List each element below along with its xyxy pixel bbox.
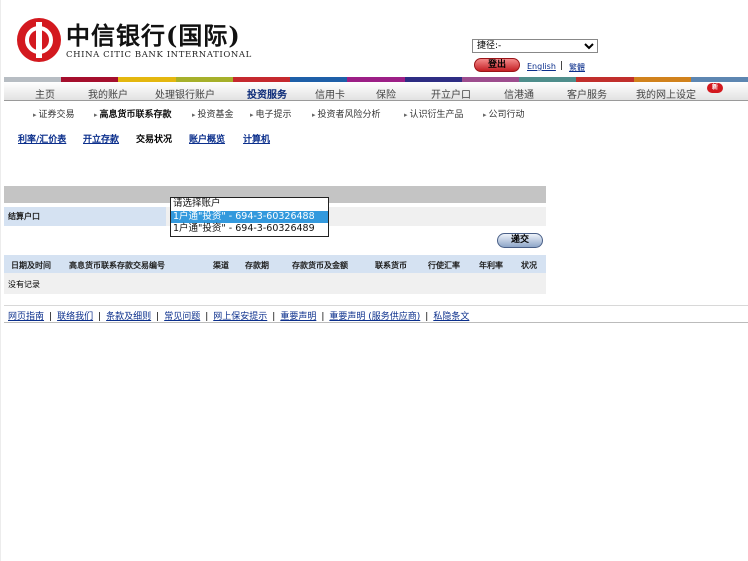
- bank-logo-icon: [17, 18, 61, 62]
- col-header-datetime: 日期及时间: [11, 261, 51, 270]
- language-separator: |: [560, 61, 564, 71]
- footer-link-terms[interactable]: 条款及细则: [106, 312, 151, 322]
- footer-separator: |: [272, 312, 276, 322]
- new-badge: 新: [707, 83, 723, 93]
- logout-button[interactable]: 登出: [474, 58, 520, 72]
- subnav-label: 证券交易: [38, 110, 75, 120]
- table-row: [4, 273, 546, 294]
- footer-separator: |: [321, 312, 325, 322]
- nav-item-customer-service[interactable]: 客户服务: [567, 86, 607, 101]
- tool-calculator-link[interactable]: 计算机: [243, 132, 270, 145]
- nav-item-open-account[interactable]: 开立户口: [431, 86, 471, 101]
- footer-separator: |: [205, 312, 209, 322]
- main-nav: 主页 我的账户 处理银行账户 投资服务 信用卡 保险 开立户口 信港通 客户服务…: [4, 82, 748, 101]
- account-option-1[interactable]: 1户通"投资" - 694-3-60326488: [171, 210, 328, 223]
- subnav-corporate-actions[interactable]: ▸ 公司行动: [483, 107, 525, 120]
- bullet-icon: ▸: [94, 111, 98, 119]
- nav-item-citic-link[interactable]: 信港通: [504, 86, 534, 101]
- bullet-icon: ▸: [312, 111, 316, 119]
- subnav-e-alerts[interactable]: ▸ 电子提示: [250, 107, 292, 120]
- subnav-securities[interactable]: ▸ 证券交易: [33, 107, 75, 120]
- col-header-tenor: 存款期: [245, 261, 269, 270]
- footer-link-contact[interactable]: 联络我们: [57, 312, 93, 322]
- submit-button[interactable]: 递交: [497, 233, 543, 248]
- bullet-icon: ▸: [33, 111, 37, 119]
- settlement-account-dropdown[interactable]: 请选择账户 1户通"投资" - 694-3-60326488 1户通"投资" -…: [170, 197, 329, 237]
- subnav-derivatives[interactable]: ▸ 认识衍生产品: [404, 107, 464, 120]
- english-link[interactable]: English: [527, 62, 556, 71]
- col-header-linked-currency: 联系货币: [375, 261, 407, 270]
- subnav-label: 电子提示: [255, 110, 292, 120]
- footer-link-privacy[interactable]: 私隐条文: [433, 312, 469, 322]
- account-option-placeholder[interactable]: 请选择账户: [171, 198, 328, 211]
- traditional-chinese-link[interactable]: 繁體: [569, 62, 585, 73]
- tool-open-deposit-link[interactable]: 开立存款: [83, 132, 119, 145]
- col-header-interest-rate: 年利率: [479, 261, 503, 270]
- tool-transaction-status[interactable]: 交易状况: [136, 132, 172, 145]
- subnav-label: 投资基金: [197, 110, 234, 120]
- subnav-label: 公司行动: [488, 110, 525, 120]
- no-records-text: 没有记录: [8, 280, 40, 289]
- footer-link-disclaimer[interactable]: 重要声明: [280, 312, 316, 322]
- footer-link-security-tips[interactable]: 网上保安提示: [213, 312, 267, 322]
- footer-separator: |: [156, 312, 160, 322]
- brand-name-en: CHINA CITIC BANK INTERNATIONAL: [66, 50, 252, 60]
- settlement-account-label: 结算户口: [8, 212, 40, 221]
- col-header-transaction-no: 高息货币联系存款交易编号: [69, 261, 165, 270]
- nav-item-my-accounts[interactable]: 我的账户: [88, 86, 128, 101]
- footer-separator: |: [49, 312, 53, 322]
- bullet-icon: ▸: [192, 111, 196, 119]
- nav-item-credit-card[interactable]: 信用卡: [315, 86, 345, 101]
- nav-item-investment[interactable]: 投资服务: [247, 86, 287, 101]
- subnav-risk-profile[interactable]: ▸ 投资者风险分析: [312, 107, 381, 120]
- tool-rates-link[interactable]: 利率/汇价表: [18, 132, 66, 145]
- col-header-deposit-amount: 存款货币及金额: [292, 261, 348, 270]
- footer-divider-bottom: [4, 322, 748, 323]
- account-option-2[interactable]: 1户通"投资" - 694-3-60326489: [171, 223, 328, 236]
- bullet-icon: ▸: [250, 111, 254, 119]
- footer-link-site-guide[interactable]: 网页指南: [8, 312, 44, 322]
- nav-item-home[interactable]: 主页: [35, 86, 55, 101]
- footer-separator: |: [98, 312, 102, 322]
- nav-item-bank-accounts[interactable]: 处理银行账户: [155, 86, 215, 101]
- bullet-icon: ▸: [404, 111, 408, 119]
- footer-separator: |: [425, 312, 429, 322]
- bullet-icon: ▸: [483, 111, 487, 119]
- col-header-strike-rate: 行使汇率: [428, 261, 460, 270]
- nav-item-insurance[interactable]: 保险: [376, 86, 396, 101]
- footer-link-faq[interactable]: 常见问题: [164, 312, 200, 322]
- subnav-funds[interactable]: ▸ 投资基金: [192, 107, 234, 120]
- footer-links: 网页指南 | 联络我们 | 条款及细则 | 常见问题 | 网上保安提示 | 重要声明 | 重要声明 (服…: [8, 309, 469, 322]
- tool-account-overview-link[interactable]: 账户概览: [189, 132, 225, 145]
- footer-divider: [4, 305, 748, 306]
- subnav-currency-linked-deposit[interactable]: ▸ 高息货币联系存款: [94, 107, 172, 120]
- subnav-label: 认识衍生产品: [409, 110, 464, 120]
- subnav-label: 投资者风险分析: [317, 110, 381, 120]
- col-header-status: 状况: [521, 261, 537, 270]
- col-header-channel: 渠道: [213, 261, 229, 270]
- nav-item-my-settings[interactable]: 我的网上设定: [636, 86, 696, 101]
- subnav-label: 高息货币联系存款: [99, 110, 172, 120]
- shortcut-select[interactable]: 捷径:-: [472, 39, 598, 53]
- footer-link-disclaimer-provider[interactable]: 重要声明 (服务供应商): [329, 312, 420, 322]
- brand-name-cn: 中信银行(国际): [66, 21, 241, 50]
